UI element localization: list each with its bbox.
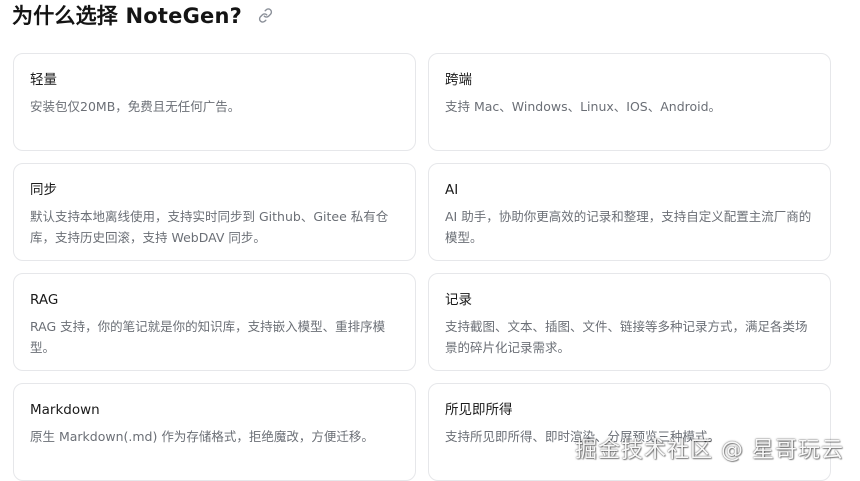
watermark: 掘金技术社区 @ 星哥玩云 xyxy=(575,438,844,463)
section-heading: 为什么选择 NoteGen? xyxy=(12,4,243,28)
feature-title: 跨端 xyxy=(445,72,472,88)
section-header: 为什么选择 NoteGen? xyxy=(12,0,274,30)
feature-description: 默认支持本地离线使用，支持实时同步到 Github、Gitee 私有仓库，支持历… xyxy=(30,209,389,245)
feature-title: 记录 xyxy=(445,292,472,308)
feature-card-rag: RAG RAG 支持，你的笔记就是你的知识库，支持嵌入模型、重排序模型。 xyxy=(13,273,416,371)
feature-description: 支持截图、文本、插图、文件、链接等多种记录方式，满足各类场景的碎片化记录需求。 xyxy=(445,319,808,355)
feature-description: 支持 Mac、Windows、Linux、IOS、Android。 xyxy=(445,99,722,114)
feature-title: AI xyxy=(445,182,459,198)
feature-title: 轻量 xyxy=(30,72,57,88)
feature-description: RAG 支持，你的笔记就是你的知识库，支持嵌入模型、重排序模型。 xyxy=(30,319,386,355)
feature-grid: 轻量 安装包仅20MB，免费且无任何广告。 跨端 支持 Mac、Windows、… xyxy=(13,53,831,481)
feature-card-markdown: Markdown 原生 Markdown(.md) 作为存储格式，拒绝魔改，方便… xyxy=(13,383,416,481)
feature-title: RAG xyxy=(30,292,59,308)
feature-title: 同步 xyxy=(30,182,57,198)
feature-title: 所见即所得 xyxy=(445,402,513,418)
feature-description: 原生 Markdown(.md) 作为存储格式，拒绝魔改，方便迁移。 xyxy=(30,429,374,444)
feature-card-sync: 同步 默认支持本地离线使用，支持实时同步到 Github、Gitee 私有仓库，… xyxy=(13,163,416,261)
feature-card-cross-platform: 跨端 支持 Mac、Windows、Linux、IOS、Android。 xyxy=(428,53,831,151)
link-icon[interactable] xyxy=(256,6,274,24)
feature-card-ai: AI AI 助手，协助你更高效的记录和整理，支持自定义配置主流厂商的模型。 xyxy=(428,163,831,261)
feature-description: 安装包仅20MB，免费且无任何广告。 xyxy=(30,99,241,114)
feature-card-lightweight: 轻量 安装包仅20MB，免费且无任何广告。 xyxy=(13,53,416,151)
feature-title: Markdown xyxy=(30,402,100,418)
feature-description: AI 助手，协助你更高效的记录和整理，支持自定义配置主流厂商的模型。 xyxy=(445,209,812,245)
feature-card-record: 记录 支持截图、文本、插图、文件、链接等多种记录方式，满足各类场景的碎片化记录需… xyxy=(428,273,831,371)
